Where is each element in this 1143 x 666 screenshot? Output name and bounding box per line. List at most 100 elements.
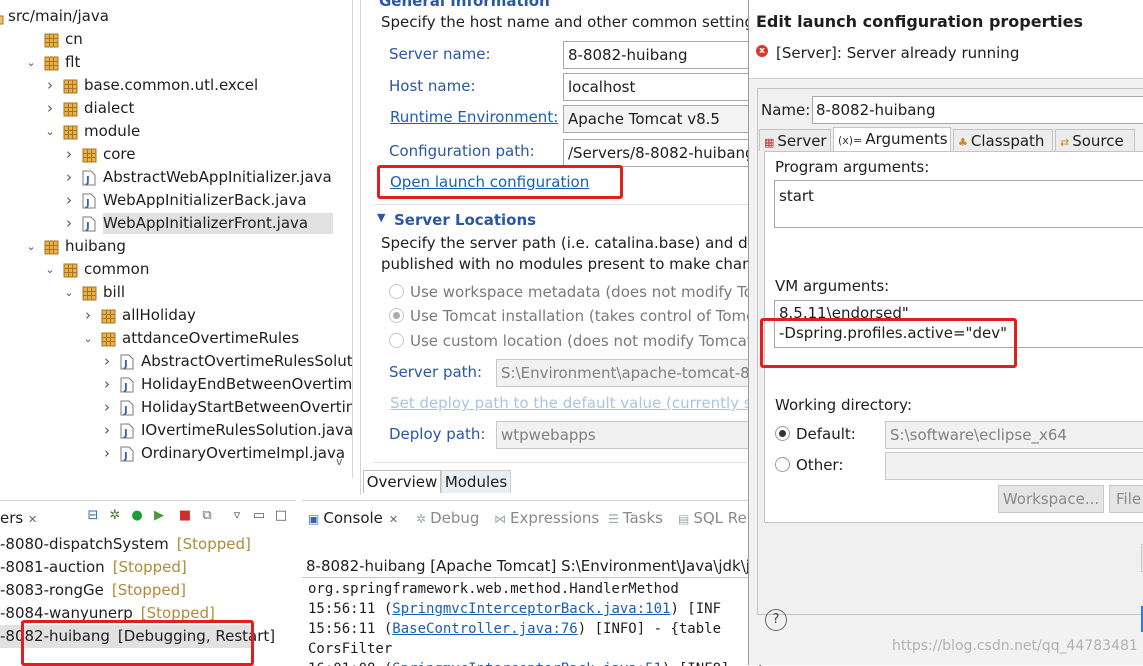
server-name-label: Server name:: [389, 45, 491, 63]
collapsed-arrow-icon[interactable]: ›: [63, 166, 75, 189]
server-name: -8080-dispatchSystem: [0, 535, 169, 553]
servers-tab[interactable]: ers ✕: [0, 507, 37, 529]
server-name: -8083-rongGe: [0, 581, 104, 599]
tab-modules[interactable]: Modules: [441, 470, 511, 493]
other-radio[interactable]: Other:: [775, 456, 843, 474]
tree-item[interactable]: › J AbstractWebAppInitializer.java: [0, 166, 352, 189]
collapsed-arrow-icon[interactable]: ›: [101, 419, 113, 442]
collapsed-arrow-icon[interactable]: ›: [63, 189, 75, 212]
radio-custom-location: Use custom location (does not modify Tom…: [389, 332, 751, 350]
tree-item[interactable]: › allHoliday: [0, 304, 352, 327]
console-tab-console[interactable]: ▣ Console ✕: [308, 507, 398, 529]
tree-item[interactable]: › J HolidayStartBetweenOvertim: [0, 396, 352, 419]
collapsed-arrow-icon[interactable]: ›: [82, 304, 94, 327]
package-icon: [44, 32, 60, 48]
working-directory-label: Working directory:: [775, 396, 913, 414]
console-header-underline: [302, 577, 762, 578]
expanded-arrow-icon[interactable]: ⌄: [25, 51, 37, 74]
server-locations-title[interactable]: Server Locations: [394, 211, 536, 229]
tree-item[interactable]: › J WebAppInitializerBack.java: [0, 189, 352, 212]
console-tab-debug[interactable]: ✲ Debug: [416, 507, 479, 529]
console-source-link[interactable]: SpringmvcInterceptorBack.java:101: [392, 601, 670, 617]
close-icon[interactable]: ✕: [389, 513, 398, 526]
sql-results-icon: ▤: [678, 512, 690, 526]
configuration-path-field[interactable]: /Servers/8-8082-huibang: [563, 139, 751, 167]
expanded-arrow-icon[interactable]: ⌄: [63, 281, 75, 304]
server-item[interactable]: -8080-dispatchSystem [Stopped]: [0, 533, 252, 556]
start-icon[interactable]: ●: [130, 506, 144, 526]
dialog-tab-classpath[interactable]: ♣ Classpath: [953, 129, 1053, 151]
server-name-field[interactable]: 8-8082-huibang: [563, 41, 751, 69]
tree-item[interactable]: ⌄ attdanceOvertimeRules: [0, 327, 352, 350]
collapsed-arrow-icon[interactable]: ›: [63, 143, 75, 166]
tree-item-label: module: [84, 122, 141, 140]
console-tab-expressions[interactable]: ⋈ Expressions: [494, 507, 599, 529]
tree-item[interactable]: › J OrdinaryOvertimeImpl.java: [0, 442, 352, 465]
package-explorer: src/main/java cn ⌄ flt › base.common.utl.exce…: [0, 0, 353, 478]
expanded-arrow-icon[interactable]: ⌄: [25, 235, 37, 258]
tree-item[interactable]: › core: [0, 143, 352, 166]
highlight-open-launch: [377, 165, 623, 199]
tree-item[interactable]: › base.common.utl.excel: [0, 74, 352, 97]
expanded-arrow-icon[interactable]: ⌄: [44, 120, 56, 143]
runtime-environment-link[interactable]: Runtime Environment:: [390, 108, 558, 126]
tree-item[interactable]: ⌄ bill: [0, 281, 352, 304]
dialog-tab-server[interactable]: ▦ Server: [759, 129, 831, 151]
server-locations-toggle-icon[interactable]: ▼: [377, 211, 385, 224]
collapsed-arrow-icon[interactable]: ›: [101, 442, 113, 465]
java-file-icon: J: [120, 400, 136, 416]
tab-overview[interactable]: Overview: [363, 470, 441, 493]
console-icon: ▣: [308, 512, 320, 526]
debug-icon: ✲: [416, 512, 427, 526]
collapsed-arrow-icon[interactable]: ›: [44, 97, 56, 120]
tree-item-label: HolidayStartBetweenOvertim: [141, 398, 353, 416]
server-item[interactable]: -8083-rongGe [Stopped]: [0, 579, 252, 602]
collapsed-arrow-icon[interactable]: ›: [101, 396, 113, 419]
radio-button: [389, 333, 404, 348]
name-field[interactable]: 8-8082-huibang: [812, 96, 1143, 124]
console-text: org.springframework.web.method.HandlerMe…: [308, 581, 679, 597]
tree-item[interactable]: ⌄ module: [0, 120, 352, 143]
server-item[interactable]: -8081-auction [Stopped]: [0, 556, 252, 579]
java-file-icon: J: [120, 377, 136, 393]
console-source-link[interactable]: SpringmvcInterceptorBack.java:51: [392, 661, 662, 666]
collapse-all-icon[interactable]: ⊟: [86, 506, 100, 526]
stop-icon[interactable]: ■: [178, 506, 192, 526]
tree-item[interactable]: ⌄ common: [0, 258, 352, 281]
dialog-tab-source[interactable]: ⇄ Source: [1055, 129, 1135, 151]
program-arguments-field[interactable]: start: [774, 180, 1143, 228]
expanded-arrow-icon[interactable]: ⌄: [44, 258, 56, 281]
tree-item[interactable]: src/main/java: [0, 5, 352, 28]
dialog-tab-arguments[interactable]: (x)= Arguments: [833, 127, 951, 151]
maximize-icon[interactable]: □: [274, 506, 288, 526]
tree-item[interactable]: › J AbstractOvertimeRulesSoluti: [0, 350, 352, 373]
profile-icon[interactable]: ▶: [152, 506, 166, 526]
collapsed-arrow-icon[interactable]: ›: [44, 74, 56, 97]
console-tab-tasks[interactable]: ☰ Tasks: [608, 507, 663, 529]
collapsed-arrow-icon[interactable]: ›: [101, 373, 113, 396]
tree-item[interactable]: ⌄ flt: [0, 51, 352, 74]
scroll-down-icon[interactable]: v: [336, 455, 348, 469]
collapsed-arrow-icon[interactable]: ›: [101, 350, 113, 373]
view-menu-icon[interactable]: ▿: [230, 506, 244, 526]
minimize-icon[interactable]: ▭: [252, 506, 266, 526]
tree-item[interactable]: › J IOvertimeRulesSolution.java: [0, 419, 352, 442]
default-radio[interactable]: Default:: [775, 425, 856, 443]
console-text: 16:01:08 (: [308, 661, 392, 666]
tree-item[interactable]: ⌄ huibang: [0, 235, 352, 258]
console-tab-sql-re[interactable]: ▤ SQL Re: [678, 507, 747, 529]
close-icon[interactable]: ✕: [28, 513, 37, 526]
tree-item[interactable]: › J WebAppInitializerFront.java: [0, 212, 352, 235]
collapsed-arrow-icon[interactable]: ›: [63, 212, 75, 235]
tree-item[interactable]: › dialect: [0, 97, 352, 120]
publish-icon[interactable]: ⧉: [200, 506, 214, 526]
vm-arguments-label: VM arguments:: [775, 277, 890, 295]
tree-item[interactable]: › J HolidayEndBetweenOvertime: [0, 373, 352, 396]
expanded-arrow-icon[interactable]: ⌄: [82, 327, 94, 350]
runtime-environment-field[interactable]: Apache Tomcat v8.5: [563, 105, 751, 133]
host-name-field[interactable]: localhost: [563, 73, 751, 101]
console-source-link[interactable]: BaseController.java:76: [392, 621, 577, 637]
help-icon[interactable]: ?: [765, 609, 787, 631]
debug-icon[interactable]: ✲: [108, 506, 122, 526]
tree-item[interactable]: cn: [0, 28, 352, 51]
